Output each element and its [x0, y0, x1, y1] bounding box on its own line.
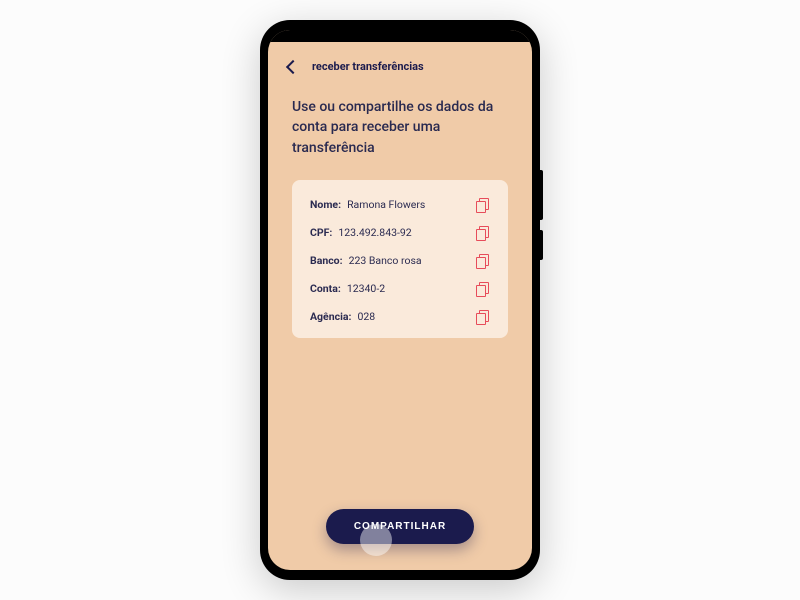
- share-button[interactable]: COMPARTILHAR: [326, 509, 474, 544]
- row-banco: Banco: 223 Banco rosa: [310, 254, 490, 268]
- content: Use ou compartilhe os dados da conta par…: [268, 83, 532, 562]
- row-label: CPF:: [310, 226, 332, 239]
- back-icon[interactable]: [286, 59, 300, 73]
- row-conta: Conta: 12340-2: [310, 282, 490, 296]
- account-details-card: Nome: Ramona Flowers CPF: 123.492.843-92…: [292, 180, 508, 338]
- row-value: 123.492.843-92: [338, 226, 476, 239]
- phone-screen: receber transferências Use ou compartilh…: [268, 30, 532, 570]
- nav-bar: [268, 562, 532, 570]
- phone-volume-button: [540, 230, 543, 260]
- status-bar: [268, 30, 532, 42]
- footer: COMPARTILHAR: [292, 509, 508, 562]
- copy-icon[interactable]: [476, 310, 490, 324]
- instruction-text: Use ou compartilhe os dados da conta par…: [292, 97, 508, 158]
- row-nome: Nome: Ramona Flowers: [310, 198, 490, 212]
- row-value: Ramona Flowers: [347, 198, 476, 211]
- row-value: 028: [357, 310, 476, 323]
- row-label: Banco:: [310, 254, 343, 267]
- phone-frame: receber transferências Use ou compartilh…: [260, 20, 540, 580]
- row-label: Conta:: [310, 282, 341, 295]
- copy-icon[interactable]: [476, 254, 490, 268]
- page-title: receber transferências: [312, 60, 424, 73]
- row-value: 12340-2: [347, 282, 476, 295]
- phone-power-button: [540, 170, 543, 220]
- copy-icon[interactable]: [476, 198, 490, 212]
- row-label: Agência:: [310, 310, 351, 323]
- copy-icon[interactable]: [476, 282, 490, 296]
- header: receber transferências: [268, 42, 532, 83]
- row-agencia: Agência: 028: [310, 310, 490, 324]
- row-value: 223 Banco rosa: [349, 254, 476, 267]
- row-label: Nome:: [310, 198, 341, 211]
- copy-icon[interactable]: [476, 226, 490, 240]
- row-cpf: CPF: 123.492.843-92: [310, 226, 490, 240]
